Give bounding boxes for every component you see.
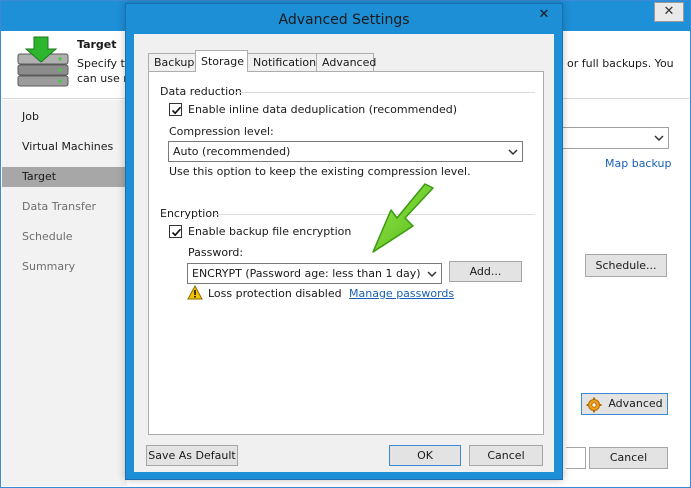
dialog-body: Backup Storage Notifications Advanced Da…: [134, 34, 554, 472]
save-as-default-button[interactable]: Save As Default: [146, 445, 238, 466]
encryption-checkbox[interactable]: [169, 225, 182, 238]
loss-protection-status: Loss protection disabled: [208, 287, 342, 300]
nav-item-job[interactable]: Job: [2, 107, 127, 127]
tab-backup[interactable]: Backup: [148, 53, 196, 72]
chevron-down-icon: [508, 145, 518, 165]
schedule-button[interactable]: Schedule...: [585, 254, 667, 277]
repository-select[interactable]: [561, 127, 669, 149]
nav-item-target[interactable]: Target: [2, 167, 127, 187]
nav-item-virtual-machines[interactable]: Virtual Machines: [2, 137, 127, 157]
dialog-close-button[interactable]: ✕: [534, 6, 554, 24]
compression-level-label: Compression level:: [169, 125, 274, 138]
gear-icon: [586, 397, 602, 420]
dedup-checkbox[interactable]: [169, 103, 182, 116]
checkmark-icon: [171, 228, 182, 237]
warning-icon: [187, 284, 203, 303]
wizard-header-description-right: or full backups. You: [567, 57, 674, 70]
dialog-title: Advanced Settings: [278, 12, 410, 28]
server-download-icon: [14, 35, 72, 96]
encryption-label: Enable backup file encryption: [188, 225, 352, 238]
add-password-button[interactable]: Add...: [449, 261, 522, 282]
password-label: Password:: [188, 246, 244, 259]
group-divider: [235, 92, 535, 93]
dedup-label: Enable inline data deduplication (recomm…: [188, 103, 458, 116]
tab-notifications[interactable]: Notifications: [247, 53, 322, 72]
password-value: ENCRYPT (Password age: less than 1 day): [192, 267, 421, 280]
data-reduction-group-title: Data reduction: [160, 85, 242, 98]
wizard-step-nav: Job Virtual Machines Target Data Transfe…: [2, 100, 127, 486]
encryption-group-title: Encryption: [160, 207, 220, 220]
ok-button[interactable]: OK: [389, 445, 461, 466]
tab-advanced[interactable]: Advanced: [316, 53, 376, 72]
nav-item-schedule[interactable]: Schedule: [2, 227, 127, 247]
map-backup-link[interactable]: Map backup: [605, 157, 671, 170]
nav-item-summary[interactable]: Summary: [2, 257, 127, 277]
advanced-button-label: Advanced: [608, 397, 663, 410]
nav-item-data-transfer[interactable]: Data Transfer: [2, 197, 127, 217]
compression-level-value: Auto (recommended): [173, 145, 291, 158]
checkmark-icon: [171, 106, 182, 115]
wizard-close-button[interactable]: ✕: [654, 2, 684, 22]
tab-storage[interactable]: Storage: [195, 50, 248, 72]
callout-arrow-icon: [367, 182, 439, 261]
manage-passwords-link[interactable]: Manage passwords: [349, 287, 454, 300]
compression-level-select[interactable]: Auto (recommended): [168, 141, 523, 162]
dialog-cancel-button[interactable]: Cancel: [469, 445, 543, 466]
advanced-button[interactable]: Advanced: [581, 393, 668, 415]
compression-hint: Use this option to keep the existing com…: [169, 165, 471, 178]
chevron-down-icon: [427, 267, 437, 287]
wizard-cancel-button[interactable]: Cancel: [589, 447, 668, 469]
storage-tab-panel: Data reduction Enable inline data dedupl…: [148, 71, 544, 435]
wizard-header-title: Target: [77, 38, 117, 51]
finish-button-edge[interactable]: [566, 447, 586, 469]
chevron-down-icon: [654, 131, 664, 148]
advanced-settings-dialog: Advanced Settings ✕ Backup Storage Notif…: [125, 3, 563, 480]
password-select[interactable]: ENCRYPT (Password age: less than 1 day): [187, 263, 442, 284]
